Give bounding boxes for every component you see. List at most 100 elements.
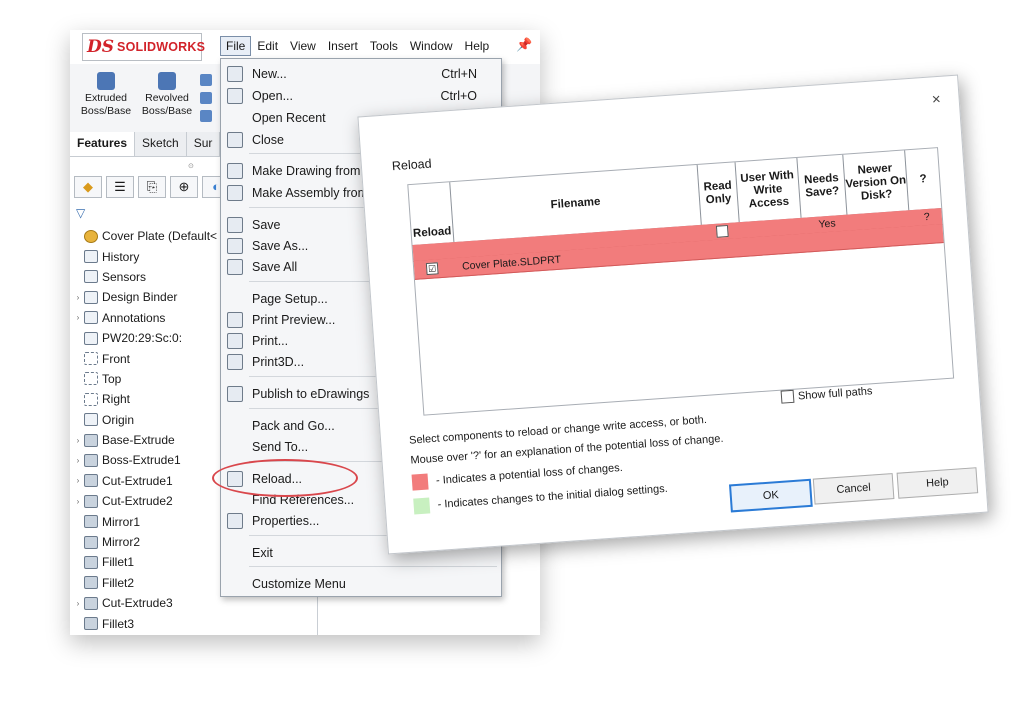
- tree-item[interactable]: › Base-Extrude: [72, 430, 217, 450]
- read-only-checkbox[interactable]: [712, 223, 733, 240]
- col-needs-save[interactable]: Needs Save?: [797, 154, 848, 218]
- cmd-label-line2: Boss/Base: [80, 105, 132, 117]
- tree-item[interactable]: Top: [72, 369, 217, 389]
- folder-icon: [84, 290, 98, 304]
- help-button[interactable]: Help: [896, 467, 979, 499]
- splitter-handle[interactable]: ⊙: [188, 162, 194, 170]
- cmd-label-line1: Revolved: [145, 92, 189, 104]
- menu-item-label: Print3D...: [252, 355, 305, 369]
- save-as-icon: [227, 238, 243, 254]
- tree-item-label: Fillet1: [102, 555, 135, 570]
- tree-item[interactable]: Fillet2: [72, 573, 217, 593]
- tree-item[interactable]: Mirror2: [72, 532, 217, 552]
- origin-icon: [84, 413, 98, 427]
- menu-item-label: Open...: [252, 89, 293, 103]
- col-read-only[interactable]: Read Only: [697, 162, 740, 225]
- menu-shortcut: Ctrl+N: [441, 67, 477, 81]
- menu-item-open[interactable]: Open... Ctrl+O: [221, 85, 501, 107]
- tree-item[interactable]: › Annotations: [72, 308, 217, 328]
- open-folder-icon: [227, 88, 243, 104]
- feat-icon: [84, 474, 98, 488]
- expand-arrow-icon[interactable]: ›: [72, 599, 84, 608]
- revolved-boss-base-button[interactable]: Revolved Boss/Base: [138, 72, 196, 118]
- tab-sketch[interactable]: Sketch: [135, 132, 187, 156]
- menu-item-label: Save: [252, 218, 281, 232]
- expand-arrow-icon[interactable]: ›: [72, 436, 84, 445]
- pushpin-icon[interactable]: 📌: [516, 37, 532, 53]
- expand-arrow-icon[interactable]: ›: [72, 293, 84, 302]
- feat-icon: [84, 433, 98, 447]
- menu-item-customize-menu[interactable]: Customize Menu: [221, 573, 501, 595]
- menu-item-label: New...: [252, 67, 287, 81]
- extruded-boss-base-button[interactable]: Extruded Boss/Base: [78, 72, 134, 118]
- col-reload[interactable]: Reload: [408, 182, 455, 246]
- tree-item[interactable]: › Design Binder: [72, 287, 217, 307]
- property-manager-icon[interactable]: ☰: [106, 176, 134, 198]
- feat-icon: [84, 596, 98, 610]
- menu-item-label: Open Recent: [252, 111, 326, 125]
- menu-edit[interactable]: Edit: [251, 36, 284, 56]
- boundary-icon[interactable]: [200, 110, 212, 122]
- tree-item[interactable]: History: [72, 246, 217, 266]
- expand-arrow-icon[interactable]: ›: [72, 476, 84, 485]
- tree-item[interactable]: Front: [72, 348, 217, 368]
- menu-file[interactable]: File: [220, 36, 252, 56]
- tree-item[interactable]: Cover Plate (Default<: [72, 226, 217, 246]
- tree-item[interactable]: Right: [72, 389, 217, 409]
- close-icon[interactable]: ×: [931, 91, 941, 109]
- feature-manager-icon[interactable]: ◆: [74, 176, 102, 198]
- menu-item-new[interactable]: New... Ctrl+N: [221, 63, 501, 85]
- solidworks-logo[interactable]: DS SOLIDWORKS: [82, 33, 206, 61]
- expand-arrow-icon[interactable]: ›: [72, 456, 84, 465]
- lofted-icon[interactable]: [200, 92, 212, 104]
- tree-item[interactable]: Fillet3: [72, 613, 217, 633]
- col-write-access[interactable]: User With Write Access: [735, 157, 802, 223]
- swept-icon[interactable]: [200, 74, 212, 86]
- legend-loss-text: - Indicates a potential loss of changes.: [435, 461, 624, 487]
- show-full-paths-checkbox[interactable]: [780, 389, 795, 404]
- menu-item-label: Exit: [252, 546, 273, 560]
- menu-view[interactable]: View: [284, 36, 322, 56]
- configuration-manager-icon[interactable]: ⎘: [138, 176, 166, 198]
- tree-item[interactable]: › Cut-Extrude1: [72, 471, 217, 491]
- menu-item-label: Make Assembly from: [252, 186, 369, 200]
- tree-item[interactable]: Sensors: [72, 267, 217, 287]
- dimxpert-icon[interactable]: ⊕: [170, 176, 198, 198]
- menu-item-label: Print Preview...: [252, 313, 336, 327]
- tree-item[interactable]: › Boss-Extrude1: [72, 450, 217, 470]
- reload-checkbox[interactable]: ☑: [425, 259, 447, 278]
- col-newer-version[interactable]: Newer Version On Disk?: [843, 150, 910, 215]
- col-help[interactable]: ?: [905, 148, 941, 210]
- tree-item[interactable]: › Cut-Extrude3: [72, 593, 217, 613]
- tree-item-label: Top: [102, 371, 122, 386]
- ok-button[interactable]: OK: [728, 478, 813, 513]
- tree-item[interactable]: PW20:29:Sc:0:: [72, 328, 217, 348]
- menu-item-label: Send To...: [252, 440, 309, 454]
- tree-item[interactable]: › Cut-Extrude2: [72, 491, 217, 511]
- save-all-icon: [227, 259, 243, 275]
- help-question-mark[interactable]: ?: [916, 208, 937, 225]
- tree-item[interactable]: Fillet1: [72, 552, 217, 572]
- tab-surfaces[interactable]: Sur: [187, 132, 221, 156]
- checkbox-empty[interactable]: [715, 224, 729, 238]
- dialog-title: Reload: [391, 156, 432, 174]
- cancel-button[interactable]: Cancel: [812, 473, 895, 505]
- menu-item-label: Save All: [252, 260, 298, 274]
- filter-icon[interactable]: ▽: [76, 206, 85, 220]
- menu-item-label: Close: [252, 133, 284, 147]
- menu-item-label: Customize Menu: [252, 577, 346, 591]
- tree-item[interactable]: Mirror1: [72, 511, 217, 531]
- menu-help[interactable]: Help: [459, 36, 496, 56]
- solidworks-wordmark: SOLIDWORKS: [117, 40, 206, 54]
- folder-icon: [84, 250, 98, 264]
- tree-item[interactable]: Origin: [72, 410, 217, 430]
- tab-features[interactable]: Features: [70, 132, 136, 156]
- tree-item-label: Cover Plate (Default<: [102, 229, 218, 244]
- menu-tools[interactable]: Tools: [364, 36, 404, 56]
- expand-arrow-icon[interactable]: ›: [72, 497, 84, 506]
- tree-item-label: Cut-Extrude3: [102, 596, 173, 611]
- menu-window[interactable]: Window: [404, 36, 459, 56]
- expand-arrow-icon[interactable]: ›: [72, 313, 84, 322]
- menu-insert[interactable]: Insert: [322, 36, 364, 56]
- checkbox-checked[interactable]: ☑: [425, 262, 439, 276]
